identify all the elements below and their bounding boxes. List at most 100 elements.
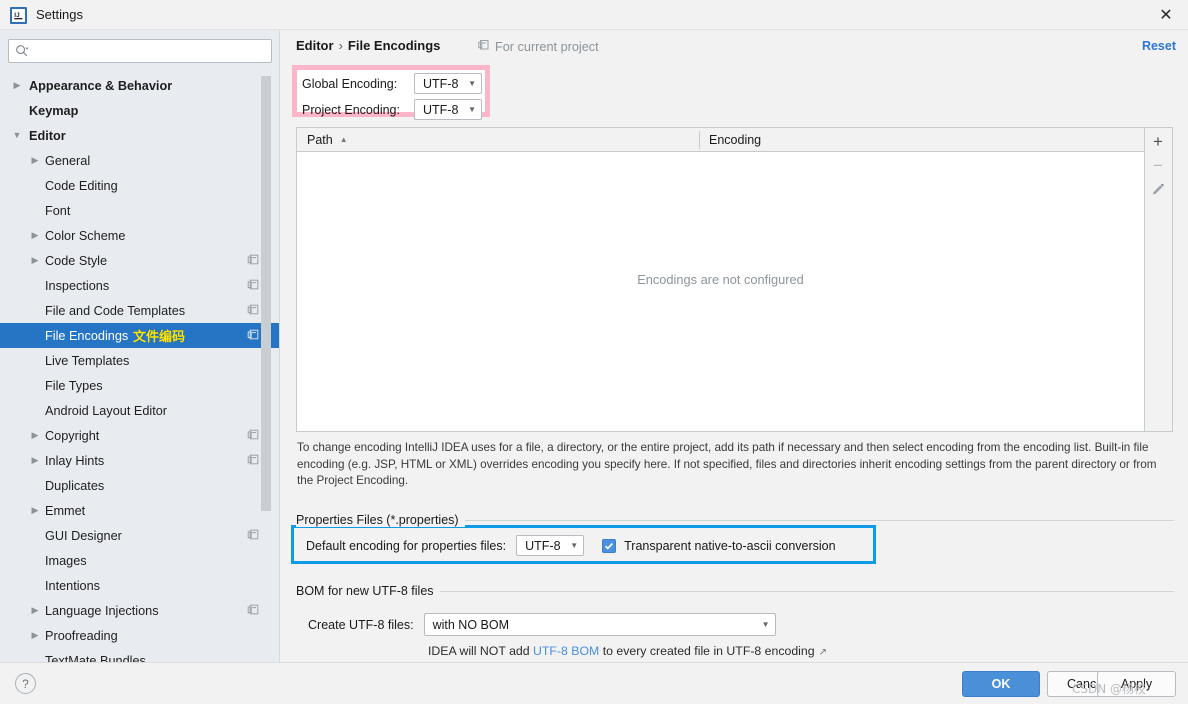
global-encoding-select[interactable]: UTF-8 ▼ xyxy=(414,73,482,94)
copy-settings-icon xyxy=(247,429,259,441)
sidebar-item-label: Copyright xyxy=(45,428,100,443)
svg-text:IJ: IJ xyxy=(14,12,20,19)
chevron-down-icon: ▼ xyxy=(570,540,579,550)
copy-settings-icon xyxy=(247,304,259,316)
sidebar-item-label: File Encodings xyxy=(45,328,129,343)
transparent-conversion-label: Transparent native-to-ascii conversion xyxy=(624,538,836,553)
sidebar-item-intentions[interactable]: Intentions xyxy=(0,573,279,598)
sidebar-item-images[interactable]: Images xyxy=(0,548,279,573)
breadcrumb: Editor › File Encodings xyxy=(296,38,440,53)
sidebar-item-label: Language Injections xyxy=(45,603,159,618)
search-icon xyxy=(15,44,29,61)
ok-button[interactable]: OK xyxy=(962,671,1040,697)
for-current-project-label: For current project xyxy=(478,39,599,54)
sidebar-item-code-style[interactable]: ▶ Code Style xyxy=(0,248,279,273)
sidebar-item-language-injections[interactable]: ▶ Language Injections xyxy=(0,598,279,623)
sidebar-item-inlay-hints[interactable]: ▶ Inlay Hints xyxy=(0,448,279,473)
chevron-right-icon[interactable]: ▶ xyxy=(30,631,40,641)
breadcrumb-parent[interactable]: Editor xyxy=(296,38,334,53)
sidebar-scrollbar[interactable] xyxy=(261,76,271,511)
close-icon[interactable]: ✕ xyxy=(1156,6,1176,26)
reset-link[interactable]: Reset xyxy=(1142,39,1176,53)
sidebar-item-label: File and Code Templates xyxy=(45,303,186,318)
sidebar-item-textmate-bundles[interactable]: TextMate Bundles xyxy=(0,648,279,663)
apply-button[interactable]: Apply xyxy=(1097,671,1176,697)
help-button[interactable]: ? xyxy=(15,673,36,694)
external-link-icon[interactable]: ↗ xyxy=(819,647,827,658)
project-scope-icon xyxy=(478,39,490,54)
sidebar-item-editor[interactable]: ▼ Editor xyxy=(0,123,279,148)
chevron-down-icon: ▼ xyxy=(468,104,476,114)
sidebar-item-gui-designer[interactable]: GUI Designer xyxy=(0,523,279,548)
sidebar-item-file-types[interactable]: File Types xyxy=(0,373,279,398)
search-input[interactable] xyxy=(37,40,269,62)
create-utf8-select[interactable]: with NO BOM ▼ xyxy=(423,613,776,636)
sidebar-item-emmet[interactable]: ▶ Emmet xyxy=(0,498,279,523)
sidebar-item-appearance-behavior[interactable]: ▶ Appearance & Behavior xyxy=(0,73,279,98)
chevron-down-icon[interactable]: ▼ xyxy=(12,131,22,141)
chevron-right-icon[interactable]: ▶ xyxy=(30,156,40,166)
table-empty-message: Encodings are not configured xyxy=(637,272,804,287)
create-utf8-value: with NO BOM xyxy=(432,617,509,632)
sidebar-item-label: GUI Designer xyxy=(45,528,122,543)
project-encoding-value: UTF-8 xyxy=(423,102,459,117)
sidebar-item-label: Code Style xyxy=(45,253,108,268)
sidebar-item-copyright[interactable]: ▶ Copyright xyxy=(0,423,279,448)
sidebar-item-label: Intentions xyxy=(45,578,101,593)
sidebar-item-file-encodings[interactable]: File Encodings 文件编码 xyxy=(0,323,279,348)
project-encoding-select[interactable]: UTF-8 ▼ xyxy=(414,99,482,120)
sidebar-item-label: Color Scheme xyxy=(45,228,126,243)
sidebar-item-color-scheme[interactable]: ▶ Color Scheme xyxy=(0,223,279,248)
sidebar-item-label: Duplicates xyxy=(45,478,105,493)
chevron-down-icon: ▼ xyxy=(468,78,476,88)
chevron-right-icon[interactable]: ▶ xyxy=(30,431,40,441)
chevron-right-icon[interactable]: ▶ xyxy=(30,231,40,241)
sidebar-item-code-editing[interactable]: Code Editing xyxy=(0,173,279,198)
encoding-highlight-box: Global Encoding: UTF-8 ▼ Project Encodin… xyxy=(292,65,490,120)
window-title: Settings xyxy=(36,7,83,22)
sidebar-item-label: Emmet xyxy=(45,503,86,518)
sidebar-item-font[interactable]: Font xyxy=(0,198,279,223)
pencil-icon[interactable] xyxy=(1148,180,1168,200)
bom-note: IDEA will NOT add UTF-8 BOM to every cre… xyxy=(428,644,827,658)
copy-settings-icon xyxy=(247,604,259,616)
dialog-footer: ? OK Cancel Apply CSDN @杨校 xyxy=(0,662,1188,704)
main-panel: Editor › File Encodings For current projec… xyxy=(281,30,1188,662)
add-row-button[interactable]: + xyxy=(1148,132,1168,152)
sidebar-item-label: Editor xyxy=(29,128,66,143)
sidebar-item-label: Font xyxy=(45,203,71,218)
transparent-conversion-checkbox[interactable]: Transparent native-to-ascii conversion xyxy=(602,538,836,553)
checkbox-checked-icon[interactable] xyxy=(602,538,617,553)
default-properties-encoding-select[interactable]: UTF-8 ▼ xyxy=(516,535,585,556)
chevron-right-icon[interactable]: ▶ xyxy=(30,256,40,266)
copy-settings-icon xyxy=(247,529,259,541)
chevron-right-icon[interactable]: ▶ xyxy=(30,456,40,466)
default-properties-encoding-label: Default encoding for properties files: xyxy=(306,538,507,553)
sidebar-item-label: Keymap xyxy=(29,103,79,118)
title-bar: IJ Settings ✕ xyxy=(0,0,1188,30)
sidebar-item-file-and-code-templates[interactable]: File and Code Templates xyxy=(0,298,279,323)
remove-row-button[interactable]: − xyxy=(1148,156,1168,176)
bom-note-link[interactable]: UTF-8 BOM xyxy=(533,644,599,658)
settings-tree: ▶ Appearance & Behavior Keymap ▼ Editor ▶ Gene… xyxy=(0,73,279,663)
intellij-idea-icon: IJ xyxy=(10,7,27,24)
sidebar-item-annotation: 文件编码 xyxy=(133,330,186,345)
sidebar-item-android-layout-editor[interactable]: Android Layout Editor xyxy=(0,398,279,423)
sidebar-item-keymap[interactable]: Keymap xyxy=(0,98,279,123)
sidebar-item-live-templates[interactable]: Live Templates xyxy=(0,348,279,373)
properties-group-title: Properties Files (*.properties) xyxy=(296,513,465,527)
sidebar-item-proofreading[interactable]: ▶ Proofreading xyxy=(0,623,279,648)
chevron-right-icon[interactable]: ▶ xyxy=(12,81,22,91)
global-encoding-label: Global Encoding: xyxy=(302,76,398,91)
chevron-right-icon[interactable]: ▶ xyxy=(30,506,40,516)
search-box[interactable] xyxy=(8,39,272,63)
sidebar-item-general[interactable]: ▶ General xyxy=(0,148,279,173)
sidebar-item-duplicates[interactable]: Duplicates xyxy=(0,473,279,498)
chevron-right-icon[interactable]: ▶ xyxy=(30,606,40,616)
sidebar-item-inspections[interactable]: Inspections xyxy=(0,273,279,298)
